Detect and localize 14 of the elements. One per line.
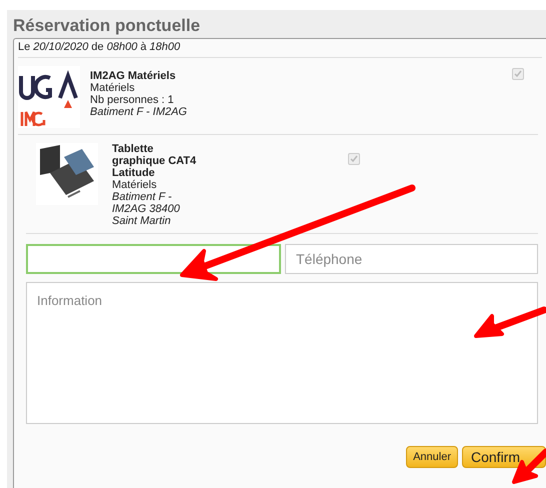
arrow-annotation xyxy=(474,306,546,338)
item-detail: Matériels xyxy=(90,82,136,94)
item-detail: Batiment F - IM2AG 38400 Saint Martin xyxy=(112,191,181,227)
item-detail: Batiment F - IM2AG xyxy=(90,106,188,118)
item-name: Tablette graphique CAT4 Latitude xyxy=(112,143,198,179)
input-field[interactable] xyxy=(26,244,281,274)
item-name: IM2AG Matériels xyxy=(90,70,177,82)
input-field[interactable]: Téléphone xyxy=(285,244,538,274)
dialog-title: Réservation ponctuelle xyxy=(13,16,202,36)
item-detail: Nb personnes : 1 xyxy=(90,94,175,106)
information-field[interactable]: Information xyxy=(26,282,538,424)
cancel-button[interactable]: Annuler xyxy=(406,446,458,468)
date-line: Le 20/10/2020 de 08h00 à 18h00 xyxy=(18,41,542,58)
item-detail: Matériels xyxy=(112,179,158,191)
